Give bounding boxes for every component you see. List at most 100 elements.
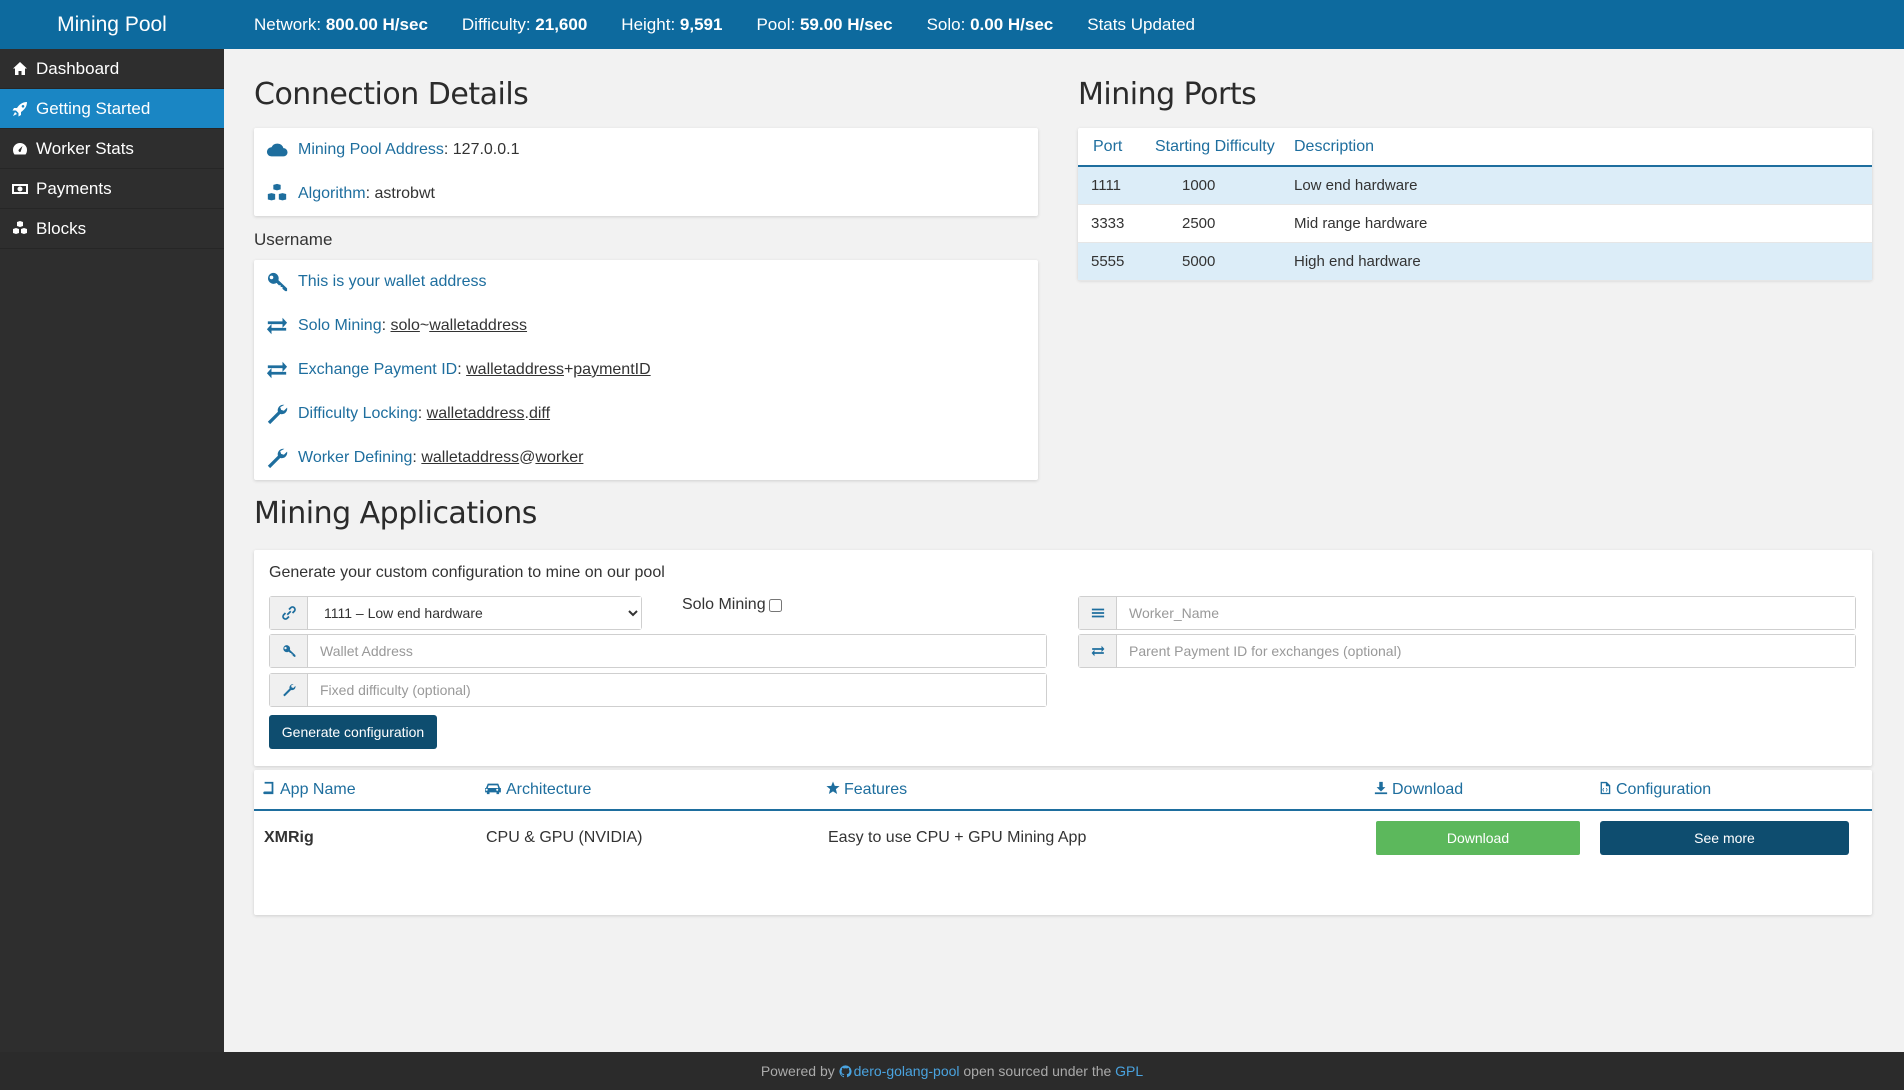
difficulty-cell: 5000: [1142, 242, 1294, 281]
features-header: Features: [822, 770, 1374, 811]
sidebar-item-label: Getting Started: [36, 98, 151, 118]
wallet-hint-row: This is your wallet address: [254, 260, 1038, 304]
difficulty-stat: Difficulty: 21,600: [461, 14, 588, 34]
worker-defining-label: Worker Defining: [298, 449, 413, 466]
exchange-payment-row: Exchange Payment ID: walletaddress + payme…: [254, 348, 1038, 392]
sidebar-item-dashboard[interactable]: Dashboard: [0, 49, 224, 89]
port-cell: 3333: [1078, 204, 1142, 243]
book-icon: [263, 781, 274, 794]
sidebar-item-getting-started[interactable]: Getting Started: [0, 89, 224, 129]
applications-card: App Name Architecture Features Download …: [254, 770, 1872, 915]
worker-name-input[interactable]: [1117, 597, 1855, 629]
solo-mining-label: Solo Mining: [298, 317, 382, 334]
connection-card: Mining Pool Address: 127.0.0.1 Algorithm…: [254, 128, 1038, 216]
download-cell: Download: [1374, 810, 1598, 864]
download-header: Download: [1374, 770, 1598, 811]
car-icon: [485, 783, 501, 794]
brand-title[interactable]: Mining Pool: [0, 0, 224, 49]
file-code-icon: [1600, 781, 1611, 794]
payment-id-group: [1078, 634, 1856, 668]
star-icon: [826, 780, 840, 794]
tachometer-icon: [12, 141, 36, 157]
key-icon: [270, 635, 308, 667]
download-button[interactable]: Download: [1376, 820, 1580, 855]
table-row: 3333 2500 Mid range hardware: [1078, 204, 1872, 243]
sidebar-item-payments[interactable]: Payments: [0, 169, 224, 209]
username-heading: Username: [254, 230, 333, 249]
download-icon: [1374, 781, 1388, 794]
exchange-icon: [266, 315, 298, 337]
exchange-payment-label: Exchange Payment ID: [298, 361, 458, 378]
algorithm-row: Algorithm: astrobwt: [254, 172, 1038, 216]
features-cell: Easy to use CPU + GPU Mining App: [828, 828, 1087, 846]
mining-applications-title: Mining Applications: [254, 496, 537, 531]
wallet-hint: This is your wallet address: [298, 273, 487, 290]
algorithm-value: astrobwt: [374, 185, 435, 202]
difflock-prefix: walletaddress: [426, 405, 525, 422]
worker-defining-row: Worker Defining: walletaddress @ worker: [254, 436, 1038, 480]
starting-difficulty-header: Starting Difficulty: [1142, 128, 1294, 167]
exchange-icon: [1079, 635, 1117, 667]
height-stat: Height: 9,591: [621, 14, 723, 34]
username-card: This is your wallet address Solo Mining:…: [254, 260, 1038, 480]
applications-table: App Name Architecture Features Download …: [254, 770, 1872, 864]
exchange-suffix: paymentID: [573, 361, 651, 378]
payment-id-input[interactable]: [1117, 635, 1855, 667]
connection-details-title: Connection Details: [254, 77, 529, 112]
worker-name-group: [1078, 596, 1856, 630]
sidebar-item-worker-stats[interactable]: Worker Stats: [0, 129, 224, 169]
description-cell: High end hardware: [1294, 242, 1872, 281]
sidebar-item-label: Payments: [36, 178, 112, 198]
generate-configuration-button[interactable]: Generate configuration: [269, 715, 437, 749]
difflock-suffix: diff: [528, 405, 551, 422]
solo-mining-checkbox[interactable]: [768, 598, 782, 612]
port-cell: 5555: [1078, 242, 1142, 281]
description-cell: Low end hardware: [1294, 166, 1872, 205]
algorithm-label: Algorithm: [298, 185, 366, 202]
configuration-cell: See more: [1598, 810, 1872, 864]
pool-address-row: Mining Pool Address: 127.0.0.1: [254, 128, 1038, 172]
difficulty-cell: 2500: [1142, 204, 1294, 243]
wallet-address-group: [269, 634, 1047, 668]
config-generator-card: Generate your custom configuration to mi…: [254, 550, 1872, 766]
home-icon: [12, 61, 36, 77]
height-value: 9,591: [679, 14, 723, 34]
network-stat: Network: 800.00 H/sec: [254, 14, 428, 34]
github-icon: [839, 1065, 852, 1078]
port-select-group: 1111 – Low end hardware: [269, 596, 642, 630]
configuration-header: Configuration: [1598, 770, 1872, 811]
see-more-button[interactable]: See more: [1600, 820, 1849, 855]
cubes-icon: [12, 220, 36, 237]
solo-stat: Solo: 0.00 H/sec: [926, 14, 1054, 34]
worker-prefix: walletaddress: [421, 449, 520, 466]
project-link[interactable]: dero-golang-pool: [839, 1063, 960, 1079]
worker-suffix: worker: [535, 449, 584, 466]
solo-prefix: solo: [390, 317, 420, 334]
solo-hashrate: 0.00 H/sec: [970, 14, 1054, 34]
table-row: XMRig CPU & GPU (NVIDIA) Easy to use CPU…: [254, 810, 1872, 864]
pool-address-label: Mining Pool Address: [298, 141, 444, 158]
stats-bar: Network: 800.00 H/sec Difficulty: 21,600…: [224, 0, 1904, 49]
difficulty-locking-label: Difficulty Locking: [298, 405, 418, 422]
solo-mining-toggle-label: Solo Mining: [682, 596, 766, 613]
exchange-icon: [266, 359, 298, 381]
rocket-icon: [12, 101, 36, 117]
stats-updated: Stats Updated: [1087, 14, 1195, 34]
license-link[interactable]: GPL: [1115, 1063, 1143, 1079]
pool-hashrate: 59.00 H/sec: [799, 14, 893, 34]
mining-ports-table: Port Starting Difficulty Description 111…: [1078, 128, 1872, 281]
sidebar-item-label: Worker Stats: [36, 138, 134, 158]
table-row: 1111 1000 Low end hardware: [1078, 166, 1872, 205]
solo-mining-toggle[interactable]: Solo Mining: [682, 596, 782, 614]
money-icon: [12, 181, 36, 197]
sidebar: Mining Pool Dashboard Getting Started Wo…: [0, 0, 224, 1052]
wallet-address-input[interactable]: [308, 635, 1046, 667]
description-cell: Mid range hardware: [1294, 204, 1872, 243]
fixed-difficulty-input[interactable]: [308, 674, 1046, 706]
sidebar-item-blocks[interactable]: Blocks: [0, 209, 224, 249]
solo-suffix: walletaddress: [429, 317, 528, 334]
port-select[interactable]: 1111 – Low end hardware: [308, 597, 641, 629]
port-header: Port: [1078, 128, 1142, 167]
sidebar-item-label: Blocks: [36, 218, 87, 238]
exchange-prefix: walletaddress: [466, 361, 564, 378]
